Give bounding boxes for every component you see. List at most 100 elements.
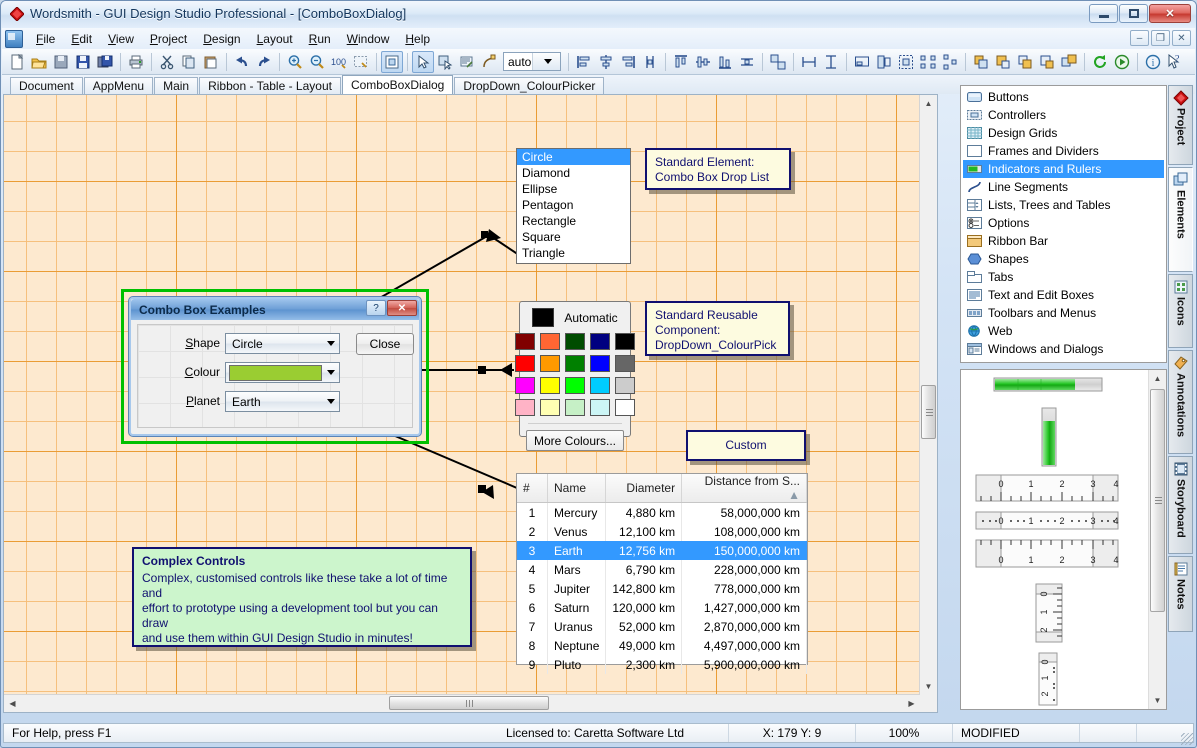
align-top-icon[interactable] [670, 51, 692, 73]
colour-swatch[interactable] [515, 377, 535, 394]
undo-icon[interactable] [231, 51, 253, 73]
copy-icon[interactable] [178, 51, 200, 73]
about-icon[interactable]: i [1142, 51, 1164, 73]
colour-swatch[interactable] [540, 377, 560, 394]
sidebar-item-line-segments[interactable]: Line Segments [963, 178, 1164, 196]
table-row[interactable]: 5 Jupiter 142,800 km 778,000,000 km [517, 579, 807, 598]
mdi-restore-button[interactable]: ❐ [1151, 30, 1170, 46]
vtab-icons[interactable]: Icons [1168, 274, 1193, 348]
shape-drop-list[interactable]: Circle Diamond Ellipse Pentagon Rectangl… [516, 148, 631, 264]
colour-swatch[interactable] [615, 377, 635, 394]
table-row[interactable]: 6 Saturn 120,000 km 1,427,000,000 km [517, 598, 807, 617]
list-item[interactable]: Triangle [517, 245, 630, 261]
zoom-in-icon[interactable] [284, 51, 306, 73]
colour-swatch[interactable] [590, 333, 610, 350]
send-backward-icon[interactable] [1014, 51, 1036, 73]
colour-swatch[interactable] [565, 355, 585, 372]
sidebar-item-indicators-and-rulers[interactable]: Indicators and Rulers [963, 160, 1164, 178]
help-cursor-icon[interactable]: ? [1164, 51, 1186, 73]
size-to-grid-icon[interactable] [851, 51, 873, 73]
elements-category-list[interactable]: Buttons Controllers Design Grids Frames and… [960, 85, 1167, 363]
column-header-number[interactable]: # [517, 474, 548, 503]
colour-swatch-grid[interactable] [515, 333, 635, 416]
print-icon[interactable] [125, 51, 147, 73]
colour-swatch[interactable] [615, 399, 635, 416]
sidebar-item-options[interactable]: Options [963, 214, 1164, 232]
tab-appmenu[interactable]: AppMenu [83, 77, 154, 94]
colour-picker-panel[interactable]: Automatic More Colours... [515, 301, 635, 451]
menu-window[interactable]: Window [339, 30, 398, 48]
close-button[interactable]: ✕ [1149, 4, 1191, 23]
vtab-notes[interactable]: Notes [1168, 556, 1193, 632]
align-left-icon[interactable] [573, 51, 595, 73]
sidebar-item-frames-and-dividers[interactable]: Frames and Dividers [963, 142, 1164, 160]
tab-comboboxdialog[interactable]: ComboBoxDialog [341, 75, 454, 94]
table-row[interactable]: 3 Earth 12,756 km 150,000,000 km [517, 541, 807, 560]
mdi-minimize-button[interactable]: – [1130, 30, 1149, 46]
list-item[interactable]: Rectangle [517, 213, 630, 229]
sidebar-item-controllers[interactable]: Controllers [963, 106, 1164, 124]
dialog-close-button[interactable]: ✕ [387, 300, 417, 316]
scroll-down-icon[interactable]: ▼ [1149, 692, 1166, 709]
open-folder-icon[interactable] [28, 51, 50, 73]
colour-swatch[interactable] [515, 355, 535, 372]
tab-ribbon-table-layout[interactable]: Ribbon - Table - Layout [199, 77, 341, 94]
table-row[interactable]: 8 Neptune 49,000 km 4,497,000,000 km [517, 636, 807, 655]
canvas-vertical-scrollbar[interactable]: ▲ ▼ [919, 95, 937, 695]
vtab-elements[interactable]: Elements [1168, 167, 1193, 272]
horizontal-scroll-thumb[interactable] [389, 696, 549, 710]
distribute-horizontal-icon[interactable] [639, 51, 661, 73]
select-tool-icon[interactable] [412, 50, 434, 73]
vertical-scroll-thumb[interactable] [921, 385, 936, 439]
zoom-100-icon[interactable]: 100 [328, 51, 350, 73]
zoom-region-icon[interactable] [350, 51, 372, 73]
maximize-button[interactable] [1119, 4, 1148, 23]
connector-icon[interactable] [478, 51, 500, 73]
list-item[interactable]: Diamond [517, 165, 630, 181]
save-copy-icon[interactable] [50, 51, 72, 73]
menu-view[interactable]: View [100, 30, 142, 48]
run-icon[interactable] [1111, 51, 1133, 73]
table-row[interactable]: 1 Mercury 4,880 km 58,000,000 km [517, 502, 807, 522]
close-button[interactable]: Close [356, 333, 414, 355]
scroll-left-icon[interactable]: ◀ [4, 695, 21, 712]
annotate-icon[interactable] [456, 51, 478, 73]
list-item[interactable]: Square [517, 229, 630, 245]
send-to-back-icon[interactable] [1036, 51, 1058, 73]
scroll-down-icon[interactable]: ▼ [920, 678, 937, 695]
sidebar-item-text-and-edit-boxes[interactable]: Text and Edit Boxes [963, 286, 1164, 304]
automatic-colour-swatch[interactable] [532, 308, 555, 327]
redo-icon[interactable] [253, 51, 275, 73]
dialog-help-button[interactable]: ? [366, 300, 386, 316]
sidebar-item-lists-trees-and-tables[interactable]: Lists, Trees and Tables [963, 196, 1164, 214]
fit-page-icon[interactable] [381, 50, 403, 73]
chevron-down-icon[interactable] [322, 334, 339, 353]
vtab-annotations[interactable]: Annotations [1168, 350, 1193, 454]
space-down-icon[interactable] [939, 51, 961, 73]
zoom-level-combobox[interactable]: auto [503, 52, 561, 71]
colour-swatch[interactable] [540, 399, 560, 416]
chevron-down-icon[interactable] [531, 53, 560, 70]
save-icon[interactable] [72, 51, 94, 73]
sidebar-item-shapes[interactable]: Shapes [963, 250, 1164, 268]
zoom-out-icon[interactable] [306, 51, 328, 73]
menu-file[interactable]: File [28, 30, 63, 48]
elements-preview-panel[interactable]: 01234 01234 0 1 2 3 4 0 1 2 0 1 2 ▲ ▼ [960, 369, 1167, 710]
colour-swatch[interactable] [565, 399, 585, 416]
colour-combobox[interactable] [225, 362, 340, 383]
list-item[interactable]: Pentagon [517, 197, 630, 213]
colour-swatch[interactable] [590, 355, 610, 372]
vtab-storyboard[interactable]: Storyboard [1168, 456, 1193, 554]
scroll-right-icon[interactable]: ▶ [903, 695, 920, 712]
menu-run[interactable]: Run [301, 30, 339, 48]
vtab-project[interactable]: Project [1168, 85, 1193, 165]
minimize-button[interactable] [1089, 4, 1118, 23]
preview-scroll-thumb[interactable] [1150, 389, 1165, 612]
preview-scrollbar[interactable]: ▲ ▼ [1148, 370, 1166, 709]
menu-project[interactable]: Project [142, 30, 195, 48]
bring-forward-icon[interactable] [992, 51, 1014, 73]
resize-grip[interactable] [1181, 733, 1193, 745]
column-header-diameter[interactable]: Diameter [605, 474, 683, 503]
sidebar-item-design-grids[interactable]: Design Grids [963, 124, 1164, 142]
scroll-up-icon[interactable]: ▲ [920, 95, 937, 112]
